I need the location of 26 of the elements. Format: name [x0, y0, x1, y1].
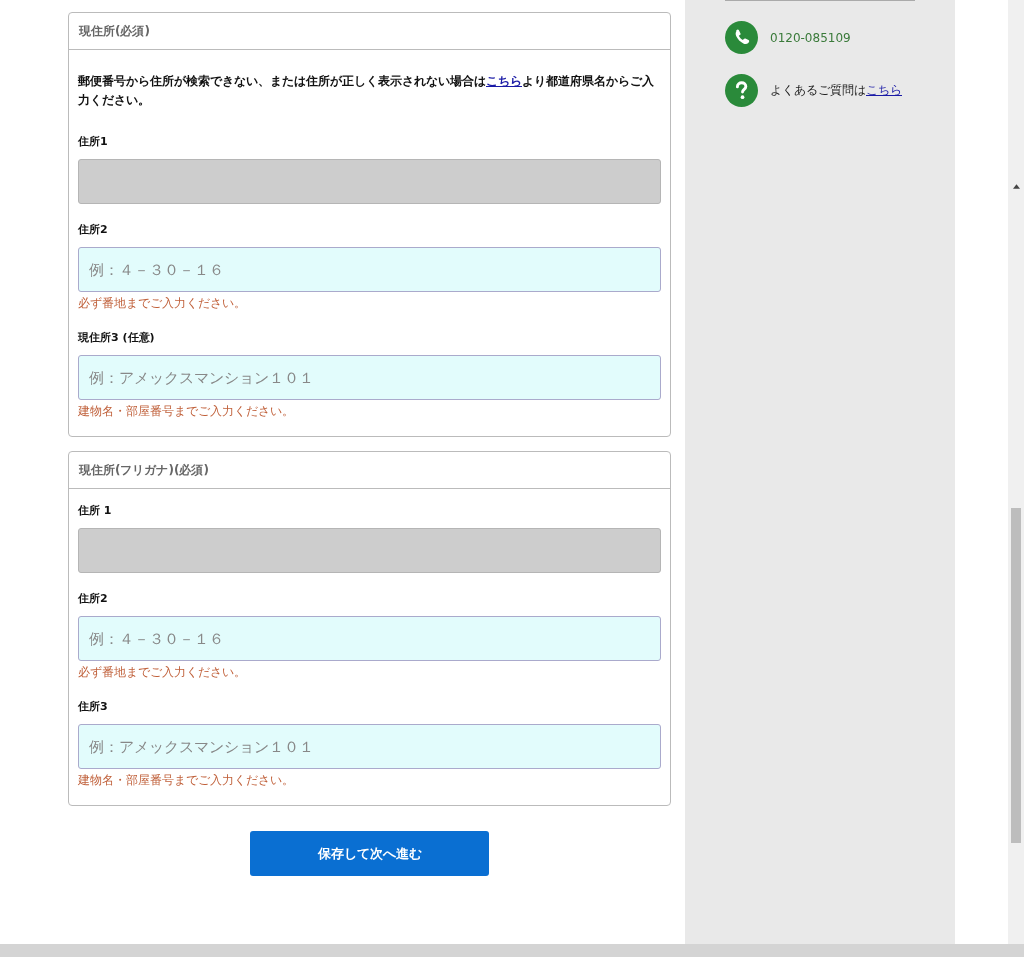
question-icon — [725, 74, 758, 107]
scroll-up-arrow-icon[interactable] — [1012, 184, 1020, 189]
card-title: 現住所(フリガナ)(必須) — [69, 452, 670, 489]
scrollbar-thumb[interactable] — [1011, 508, 1021, 843]
input-field[interactable]: 例：４－３０－１６ — [78, 247, 661, 292]
input-field[interactable]: 例：アメックスマンション１０１ — [78, 355, 661, 400]
save-next-button[interactable]: 保存して次へ進む — [250, 831, 489, 876]
input-field[interactable]: 例：アメックスマンション１０１ — [78, 724, 661, 769]
field-label: 住所2 — [78, 222, 109, 237]
field-hint: 建物名・部屋番号までご入力ください。 — [78, 403, 295, 420]
field-label: 住所3 — [78, 699, 109, 714]
field-label: 住所 1 — [78, 503, 113, 518]
input-field[interactable]: 例：４－３０－１６ — [78, 616, 661, 661]
field-label: 住所1 — [78, 134, 109, 149]
faq-link[interactable]: こちら — [866, 83, 902, 97]
field-label: 現住所3 (任意) — [78, 330, 156, 345]
field-label: 住所2 — [78, 591, 109, 606]
phone-icon — [725, 21, 758, 54]
field-hint: 建物名・部屋番号までご入力ください。 — [78, 772, 295, 789]
here-link[interactable]: こちら — [486, 74, 522, 88]
card-title: 現住所(必須) — [69, 13, 670, 50]
phone-number: 0120-085109 — [770, 30, 851, 45]
faq-text: よくあるご質問はこちら — [770, 82, 902, 99]
field-hint: 必ず番地までご入力ください。 — [78, 664, 247, 681]
notice-text: 郵便番号から住所が検索できない、または住所が正しく表示されない場合はこちらより都道府県名からご入力ください。 — [78, 73, 655, 109]
field-hint: 必ず番地までご入力ください。 — [78, 295, 247, 312]
